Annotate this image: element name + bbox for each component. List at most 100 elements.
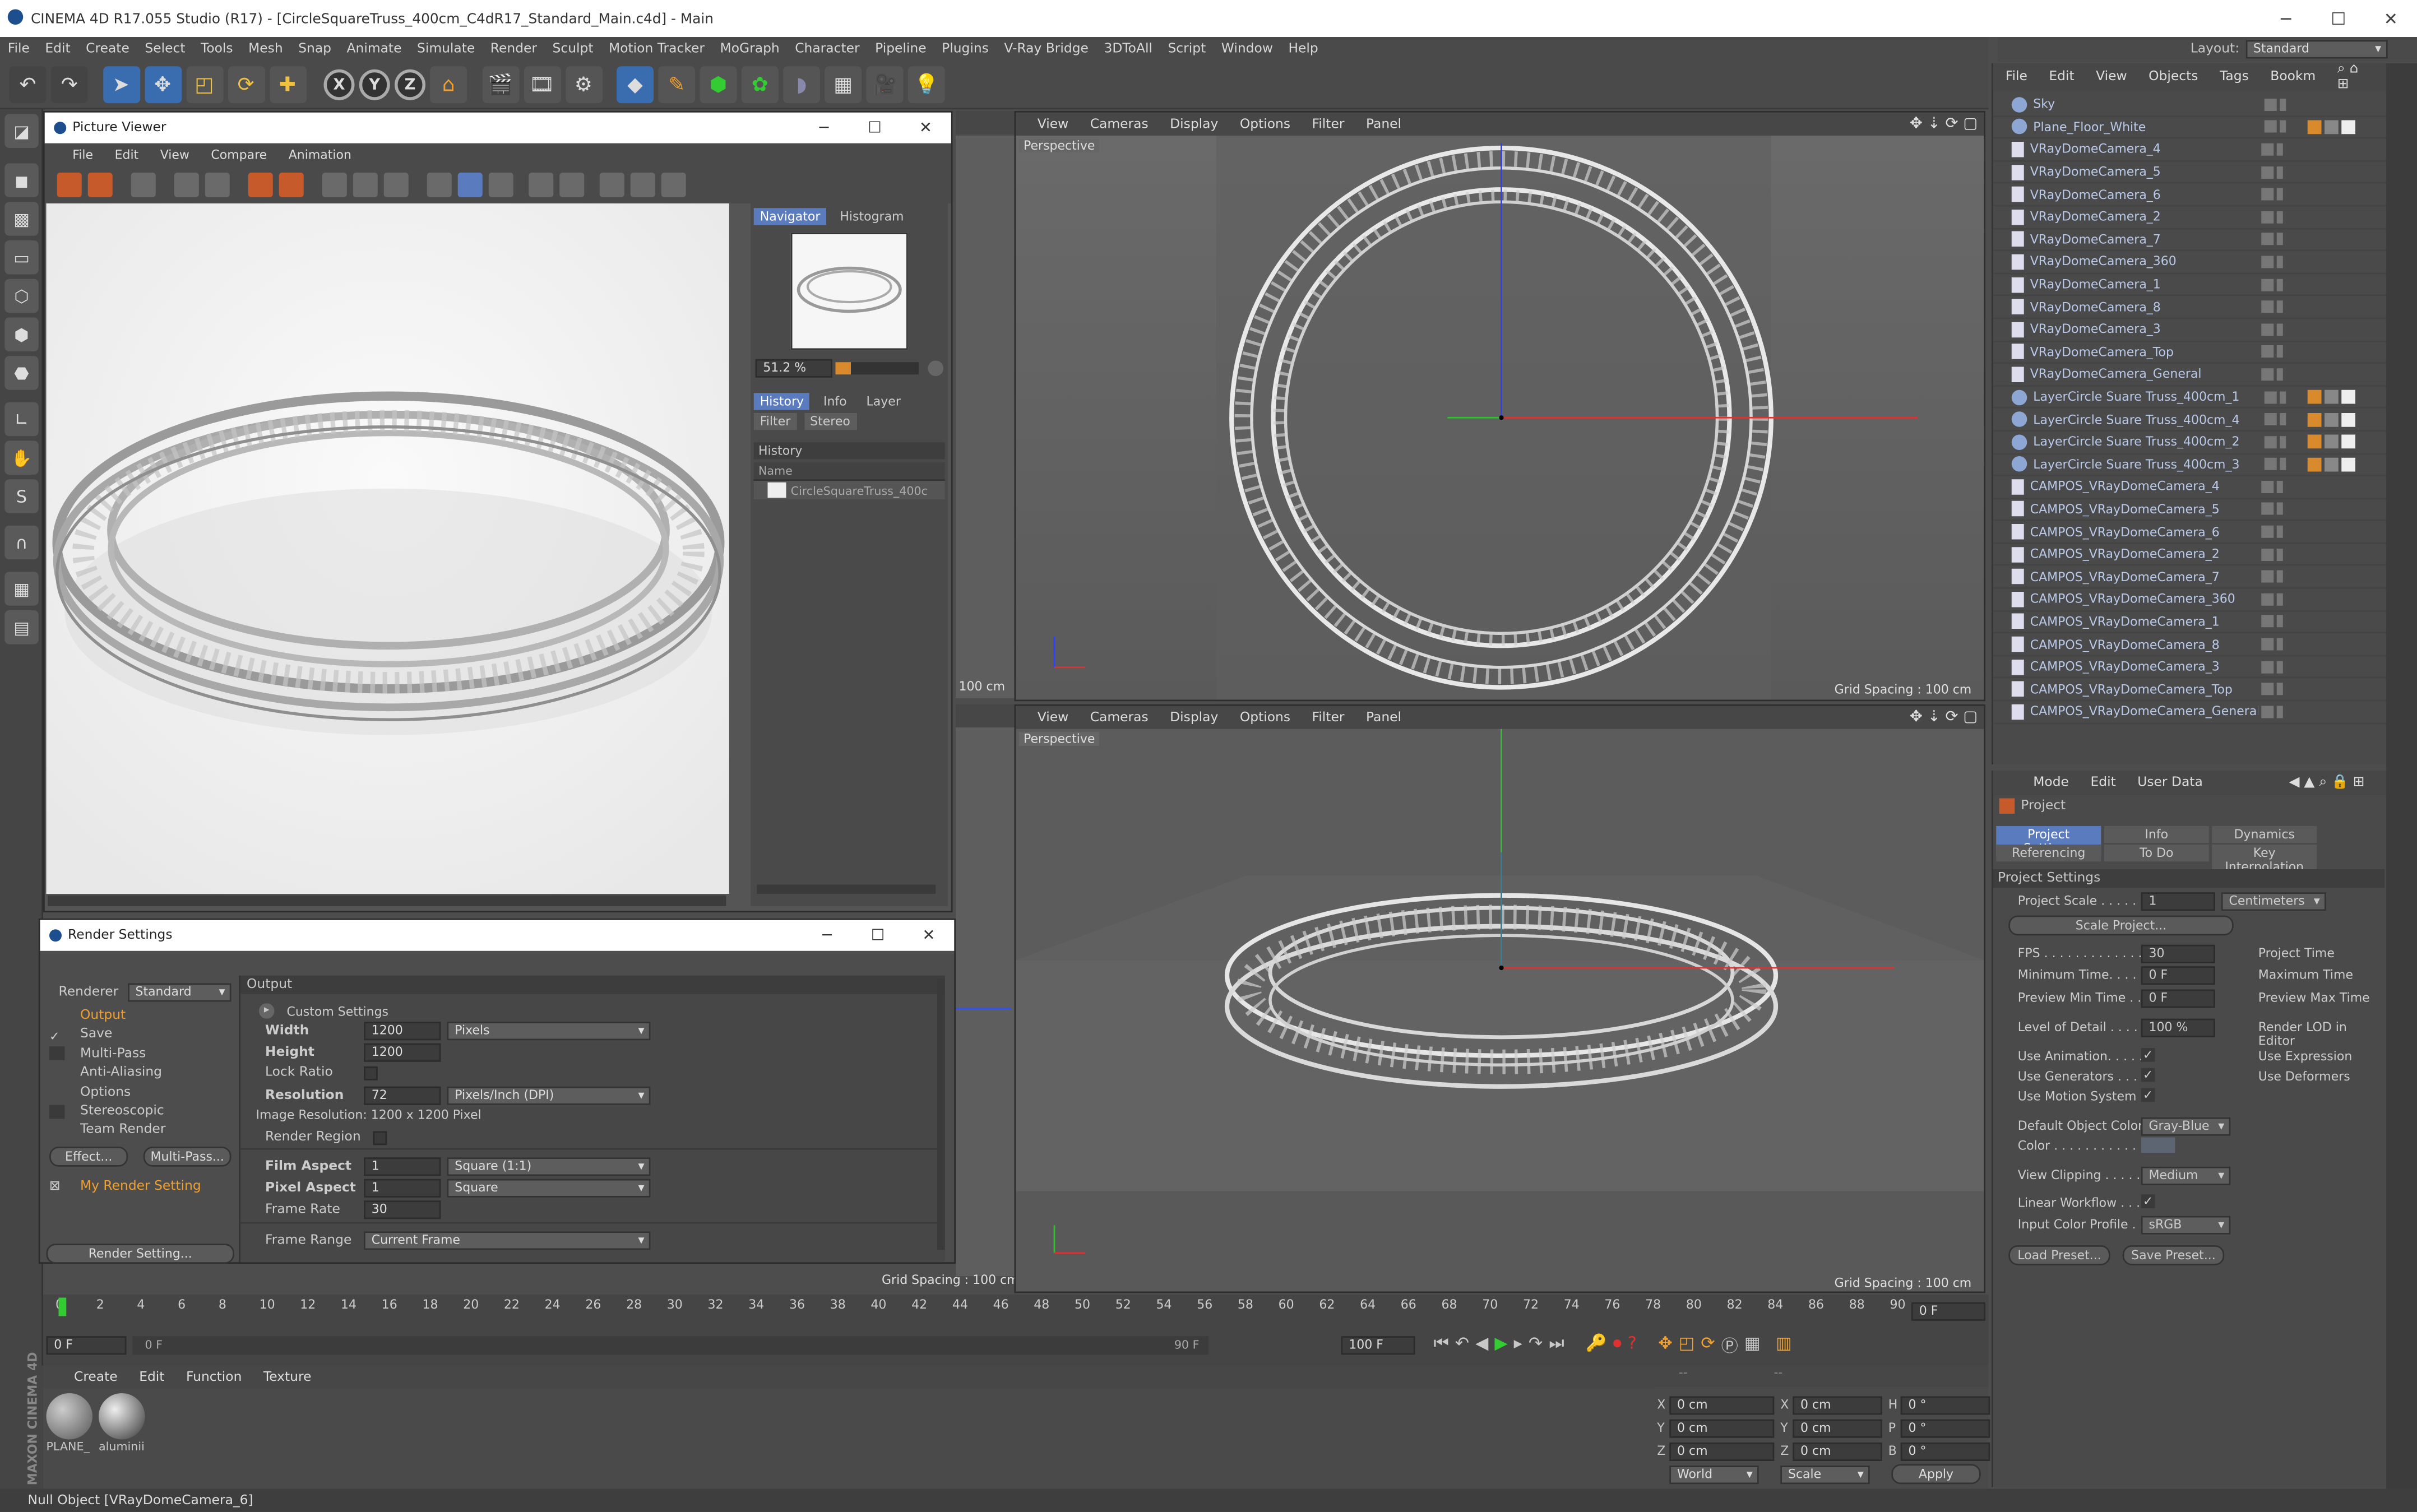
- tag-icon[interactable]: [2341, 435, 2355, 449]
- model-mode-icon[interactable]: ◼: [4, 163, 39, 197]
- vp-menu-panel[interactable]: Panel: [1366, 117, 1401, 132]
- scale-project-button[interactable]: Scale Project...: [2008, 915, 2234, 936]
- vp-menu-cameras[interactable]: Cameras: [1090, 709, 1149, 725]
- go-start-icon[interactable]: ⏮: [1434, 1333, 1449, 1358]
- viewport-nav-icons[interactable]: ✥ ⇣ ⟳ ▢: [1910, 709, 1978, 726]
- object-row[interactable]: VRayDomeCamera_6: [1993, 184, 2386, 207]
- mat-menu-create[interactable]: Create: [74, 1369, 118, 1385]
- pos-z-field[interactable]: 0 cm: [1669, 1441, 1775, 1460]
- save-preset-button[interactable]: Save Preset...: [2122, 1245, 2225, 1265]
- visibility-toggle[interactable]: [2261, 368, 2274, 381]
- points-mode-icon[interactable]: ⬡: [4, 279, 39, 313]
- width-unit-dropdown[interactable]: Pixels: [447, 1022, 651, 1041]
- fullscreen-icon[interactable]: [205, 173, 230, 197]
- array-icon[interactable]: ✿: [741, 66, 779, 104]
- edges-mode-icon[interactable]: ⬢: [4, 317, 39, 351]
- tag-icon[interactable]: [2307, 412, 2322, 426]
- load-preset-button[interactable]: Load Preset...: [2008, 1245, 2110, 1265]
- size-x-field[interactable]: 0 cm: [1793, 1395, 1882, 1414]
- rs-item-team-render[interactable]: Team Render: [49, 1121, 231, 1140]
- viewport-nav-icons[interactable]: ✥ ⇣ ⟳ ▢: [1910, 115, 1978, 132]
- a-compare-icon[interactable]: [529, 173, 554, 197]
- viewport-top[interactable]: View Cameras Display Options Filter Pane…: [1014, 111, 1985, 702]
- history-item[interactable]: CircleSquareTruss_400c: [753, 481, 945, 499]
- floor-icon[interactable]: ▦: [825, 66, 862, 104]
- interactive-region-icon[interactable]: [353, 173, 378, 197]
- render-image-canvas[interactable]: [46, 203, 729, 894]
- swap-icon[interactable]: [599, 173, 624, 197]
- render-toggle[interactable]: [2276, 525, 2283, 538]
- am-menu-user-data[interactable]: User Data: [2137, 775, 2203, 791]
- vp-menu-view[interactable]: View: [1038, 709, 1068, 725]
- menu-edit[interactable]: Edit: [45, 41, 70, 57]
- vp-menu-cameras[interactable]: Cameras: [1090, 117, 1149, 132]
- multipass-button[interactable]: Multi-Pass...: [143, 1146, 231, 1167]
- scale-key-icon[interactable]: ◰: [1679, 1333, 1695, 1358]
- size-z-field[interactable]: 0 cm: [1793, 1441, 1882, 1460]
- mat-menu-function[interactable]: Function: [186, 1369, 242, 1385]
- visibility-toggle[interactable]: [2261, 615, 2274, 628]
- visibility-toggle[interactable]: [2264, 458, 2277, 471]
- effect-button[interactable]: Effect...: [49, 1146, 128, 1167]
- tab-info[interactable]: Info: [817, 393, 853, 410]
- menu-help[interactable]: Help: [1288, 41, 1318, 57]
- rotate-icon[interactable]: ⟳: [227, 66, 265, 104]
- vp-menu-panel[interactable]: Panel: [1366, 709, 1401, 725]
- render-region-checkbox[interactable]: [373, 1130, 387, 1144]
- tab-histogram[interactable]: Histogram: [834, 208, 910, 225]
- scale-dropdown[interactable]: Scale: [1780, 1464, 1870, 1483]
- undo-icon[interactable]: ↶: [9, 66, 47, 104]
- render-toggle[interactable]: [2276, 323, 2283, 336]
- om-menu-objects[interactable]: Objects: [2149, 69, 2198, 85]
- object-row[interactable]: VRayDomeCamera_360: [1993, 252, 2386, 274]
- end-frame-field[interactable]: 100 F: [1341, 1336, 1415, 1355]
- viewport-bottom[interactable]: View Cameras Display Options Filter Pane…: [1014, 704, 1985, 1293]
- tag-icon[interactable]: [2341, 120, 2355, 134]
- tab-filter[interactable]: Filter: [753, 413, 797, 430]
- view-mode-icon[interactable]: [457, 173, 483, 197]
- timeline-playhead[interactable]: [58, 1297, 67, 1316]
- visibility-toggle[interactable]: [2261, 638, 2274, 651]
- vp-menu-display[interactable]: Display: [1170, 709, 1218, 725]
- rs-item-checkbox[interactable]: [49, 1047, 65, 1061]
- tag-icon[interactable]: [2307, 435, 2322, 449]
- tag-icon[interactable]: [2325, 412, 2339, 426]
- render-setting-button[interactable]: Render Setting...: [46, 1244, 234, 1264]
- light-icon[interactable]: 💡: [907, 66, 945, 104]
- am-menu-edit[interactable]: Edit: [2090, 775, 2115, 791]
- rs-item-checkbox[interactable]: [49, 1066, 65, 1080]
- vp-menu-options[interactable]: Options: [1240, 709, 1290, 725]
- menu-mesh[interactable]: Mesh: [248, 41, 283, 57]
- fps-field[interactable]: 30: [2141, 944, 2215, 963]
- start-frame-field[interactable]: 0 F: [46, 1336, 127, 1355]
- zoom-menu-icon[interactable]: [928, 360, 943, 376]
- visibility-toggle[interactable]: [2261, 706, 2274, 718]
- move-icon[interactable]: ✥: [144, 66, 182, 104]
- object-row[interactable]: CAMPOS_VRayDomeCamera_4: [1993, 476, 2386, 499]
- rs-item-checkbox[interactable]: [49, 1009, 65, 1023]
- height-field[interactable]: 1200: [364, 1043, 441, 1062]
- menu-script[interactable]: Script: [1168, 41, 1206, 57]
- project-scale-unit[interactable]: Centimeters: [2221, 892, 2326, 911]
- rot-h-field[interactable]: 0 °: [1900, 1395, 1990, 1414]
- menu-file[interactable]: File: [8, 41, 30, 57]
- ab-compare-icon[interactable]: [248, 173, 273, 197]
- region-icon[interactable]: [322, 173, 347, 197]
- lod-field[interactable]: 100 %: [2141, 1018, 2215, 1037]
- object-row[interactable]: CAMPOS_VRayDomeCamera_8: [1993, 634, 2386, 657]
- zoom-slider[interactable]: [836, 362, 919, 375]
- renderer-dropdown[interactable]: Standard: [127, 983, 231, 1002]
- visibility-toggle[interactable]: [2261, 165, 2274, 178]
- render-toggle[interactable]: [2276, 300, 2283, 313]
- menu-select[interactable]: Select: [145, 41, 185, 57]
- render-toggle[interactable]: [2280, 413, 2286, 426]
- pv-menu-edit[interactable]: Edit: [115, 148, 139, 162]
- render-toggle[interactable]: [2280, 458, 2286, 471]
- tag-icon[interactable]: [2307, 389, 2322, 404]
- object-row[interactable]: Sky: [1993, 94, 2386, 117]
- tag-icon[interactable]: [2325, 120, 2339, 134]
- minimize-icon[interactable]: ─: [2260, 8, 2313, 29]
- current-frame-field[interactable]: 0 F: [1911, 1302, 1985, 1321]
- render-toggle[interactable]: [2276, 548, 2283, 561]
- stereo-icon[interactable]: [661, 173, 686, 197]
